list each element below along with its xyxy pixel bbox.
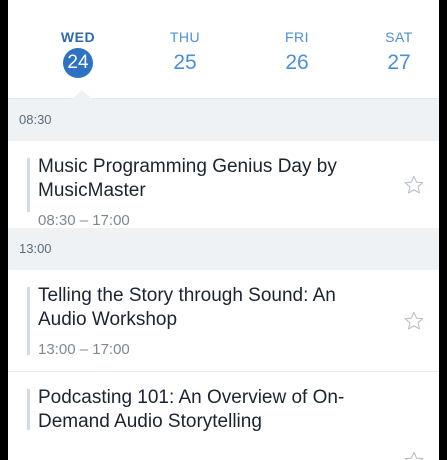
day-tab-fri[interactable]: FRI 26 bbox=[267, 28, 327, 78]
day-number: 25 bbox=[173, 51, 197, 74]
day-tab-sat[interactable]: SAT 27 bbox=[369, 28, 429, 78]
session-time: 13:00 – 17:00 bbox=[38, 341, 130, 358]
session-item[interactable]: Podcasting 101: An Overview of On-Demand… bbox=[8, 372, 439, 460]
session-accent-bar bbox=[27, 158, 30, 212]
day-name: WED bbox=[60, 29, 96, 45]
day-number: 24 bbox=[63, 48, 93, 78]
day-number: 26 bbox=[285, 51, 309, 74]
day-tab-wed[interactable]: WED 24 bbox=[48, 28, 108, 78]
session-title: Music Programming Genius Day by MusicMas… bbox=[38, 156, 337, 201]
time-section-header: 08:30 bbox=[8, 99, 439, 141]
day-tab-thu[interactable]: THU 25 bbox=[155, 28, 215, 78]
session-accent-bar bbox=[27, 287, 30, 355]
star-icon[interactable] bbox=[403, 450, 425, 460]
day-name: THU bbox=[169, 29, 201, 45]
session-accent-bar bbox=[27, 389, 30, 430]
schedule-screen: WED 24 THU 25 FRI 26 SAT 27 08:30 Music … bbox=[8, 0, 439, 460]
session-item[interactable]: Telling the Story through Sound: An Audi… bbox=[8, 270, 439, 372]
day-name: FRI bbox=[284, 29, 310, 45]
session-title: Telling the Story through Sound: An Audi… bbox=[38, 285, 336, 330]
session-title: Podcasting 101: An Overview of On-Demand… bbox=[38, 387, 345, 432]
day-number: 27 bbox=[387, 51, 411, 74]
day-selector: WED 24 THU 25 FRI 26 SAT 27 bbox=[8, 0, 439, 99]
day-name: SAT bbox=[385, 29, 413, 45]
session-item[interactable]: Music Programming Genius Day by MusicMas… bbox=[8, 141, 439, 229]
star-icon[interactable] bbox=[403, 310, 425, 332]
time-section-header: 13:00 bbox=[8, 228, 439, 270]
session-time: 08:30 – 17:00 bbox=[38, 212, 130, 229]
star-icon[interactable] bbox=[403, 174, 425, 196]
selected-day-indicator bbox=[72, 90, 92, 99]
